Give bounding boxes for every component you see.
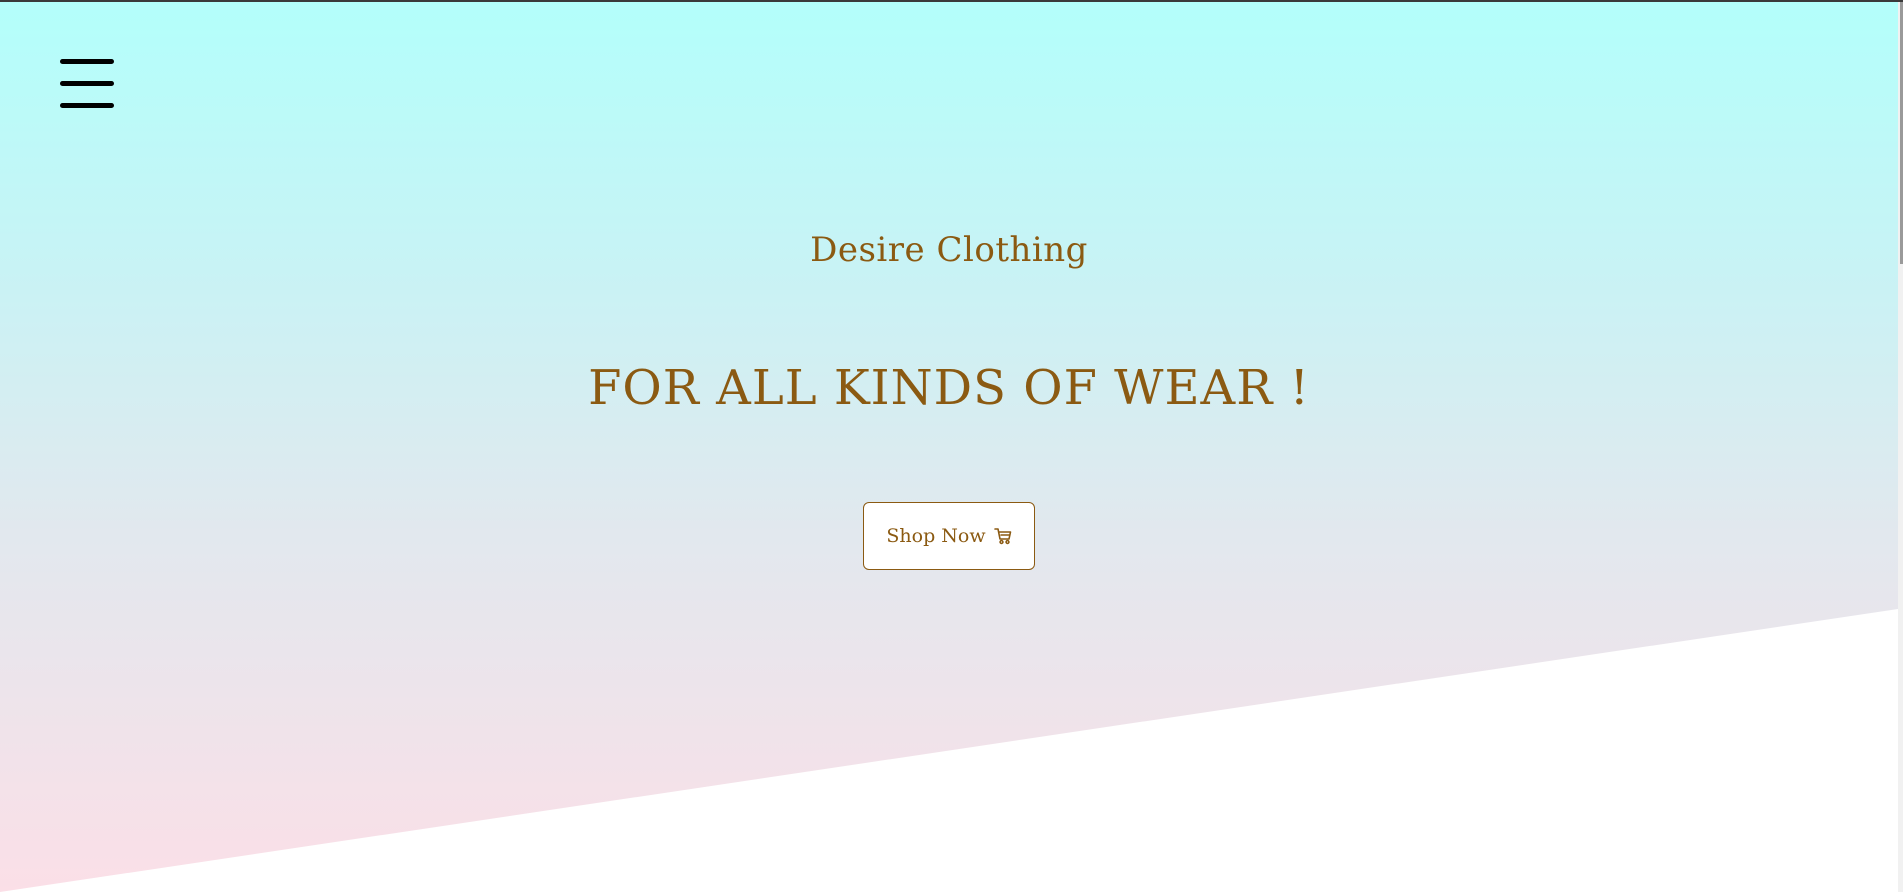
- hero-tagline: FOR ALL KINDS OF WEAR !: [588, 360, 1310, 416]
- top-border: [0, 0, 1903, 2]
- shop-now-button[interactable]: Shop Now: [863, 502, 1035, 570]
- cart-icon: [993, 527, 1012, 545]
- hamburger-bar: [60, 59, 114, 64]
- hero-background: [0, 0, 1898, 892]
- brand-name: Desire Clothing: [810, 230, 1088, 270]
- hamburger-bar: [60, 103, 114, 108]
- hamburger-menu-icon[interactable]: [60, 59, 114, 109]
- shop-now-label: Shop Now: [886, 525, 986, 547]
- hamburger-bar: [60, 81, 114, 86]
- vertical-scrollbar[interactable]: [1898, 0, 1903, 892]
- page-viewport: Desire Clothing FOR ALL KINDS OF WEAR ! …: [0, 0, 1903, 892]
